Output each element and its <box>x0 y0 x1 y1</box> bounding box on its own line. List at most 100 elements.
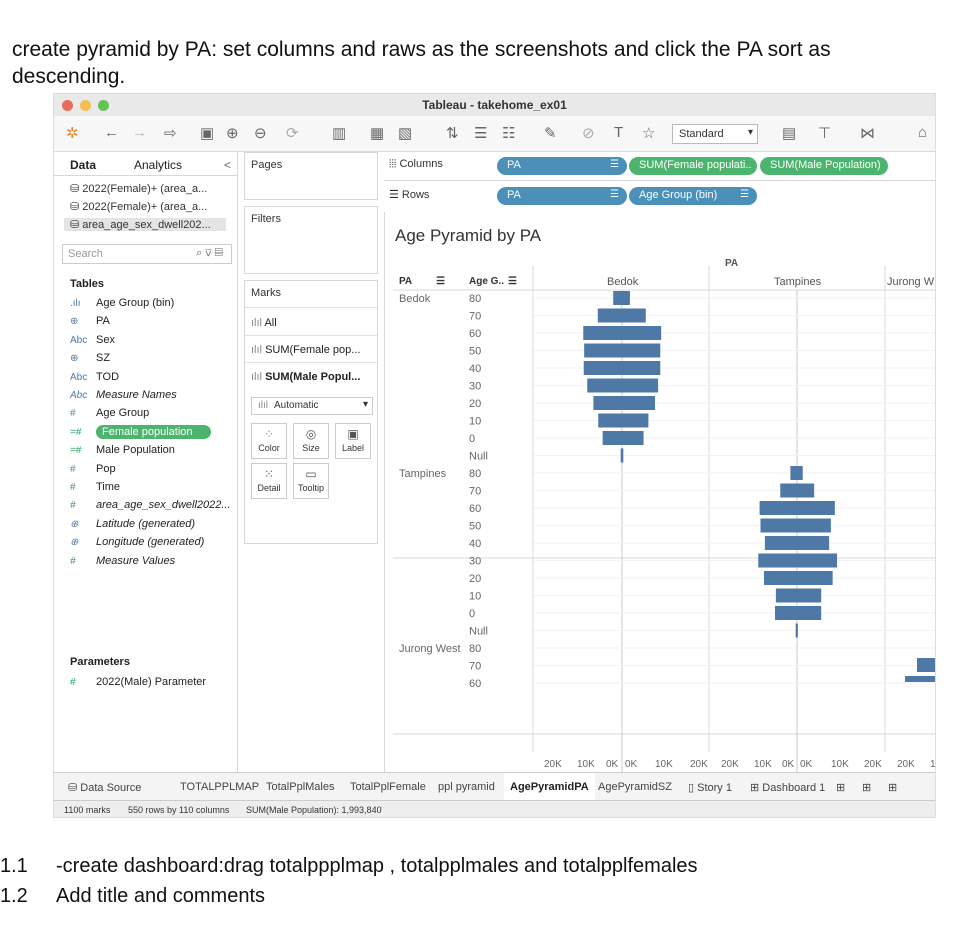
bar-female <box>613 291 622 305</box>
duplicate-sheet-icon[interactable]: ▦ <box>370 124 384 142</box>
redo-icon[interactable]: ⇨ <box>164 124 177 142</box>
field-item[interactable]: # Measure Values <box>70 555 175 572</box>
tableau-logo-icon[interactable]: ✲ <box>66 124 79 142</box>
rows-pill-pa[interactable]: PA ☰ <box>497 187 627 205</box>
sheet-tab[interactable]: AgePyramidSZ <box>592 773 678 801</box>
sort-descending-icon[interactable]: ☷ <box>502 124 515 142</box>
color-button[interactable]: ⁘ Color <box>251 423 287 459</box>
field-item[interactable]: Abc Measure Names <box>70 389 177 406</box>
pill-label: PA <box>507 189 521 201</box>
columns-pill-male[interactable]: SUM(Male Population) <box>760 157 888 175</box>
mark-type-select[interactable]: ılıl Automatic ▾ <box>251 397 373 415</box>
marks-title: Marks <box>251 287 281 299</box>
axis-tick-label: 0K <box>625 759 638 770</box>
marks-female[interactable]: ılıl SUM(Female pop... <box>251 344 360 356</box>
title-bar: Tableau - takehome_ex01 <box>54 94 935 116</box>
sheet-tab[interactable]: TOTALPPLMAP <box>174 773 265 801</box>
sheet-tab[interactable]: TotalPplFemale <box>344 773 432 801</box>
group-icon[interactable]: ⊘ <box>582 124 595 142</box>
columns-pill-pa[interactable]: PA ☰ <box>497 157 627 175</box>
field-type-icon: # <box>70 482 76 493</box>
sheet-tab[interactable]: TotalPplMales <box>260 773 340 801</box>
field-item[interactable]: =# Male Population <box>70 444 175 461</box>
detail-icon: ⁙ <box>263 467 275 481</box>
save-icon[interactable]: ▣ <box>200 124 214 142</box>
axis-tick-label: 10K <box>577 759 595 770</box>
new-sheet-icon[interactable]: ▥ <box>332 124 346 142</box>
sort-ascending-icon[interactable]: ☰ <box>474 124 487 142</box>
marks-male[interactable]: ılıl SUM(Male Popul... <box>251 371 360 383</box>
swap-icon[interactable]: ⇅ <box>446 124 459 142</box>
new-datasource-icon[interactable]: ⊕ <box>226 124 239 142</box>
row-label-age: 0 <box>469 608 475 620</box>
field-item[interactable]: #2022(Male) Parameter <box>70 676 206 693</box>
new-story-icon[interactable]: ⊞ <box>888 773 897 801</box>
axis-tick-label: 20K <box>544 759 562 770</box>
data-source-item[interactable]: ⛁ 2022(Female)+ (area_a... <box>70 200 207 213</box>
filters-card[interactable]: Filters <box>244 206 378 274</box>
field-item[interactable]: .ılı Age Group (bin) <box>70 297 174 314</box>
field-label: Pop <box>96 462 116 475</box>
sheet-tab-label: TotalPplFemale <box>350 781 426 793</box>
axis-tick-label: 20K <box>721 759 739 770</box>
pin-icon[interactable]: ☆ <box>642 124 655 142</box>
new-sheet-icon[interactable]: ⊞ <box>836 773 845 801</box>
collapse-pane-icon[interactable]: < <box>224 158 231 172</box>
refresh-icon[interactable]: ⟳ <box>286 124 299 142</box>
tooltip-label: Tooltip <box>297 483 324 493</box>
highlight-icon[interactable]: ✎ <box>544 124 557 142</box>
clear-sheet-icon[interactable]: ▧ <box>398 124 412 142</box>
pages-card[interactable]: Pages <box>244 152 378 200</box>
sheet-tab[interactable]: AgePyramidPA <box>504 773 595 801</box>
row-label-age: 20 <box>469 398 481 410</box>
sheet-tab[interactable]: ppl pyramid <box>432 773 501 801</box>
bar-male <box>797 571 833 585</box>
field-item[interactable]: ⊕ PA <box>70 315 110 332</box>
color-label: Color <box>258 443 280 453</box>
sheet-tab[interactable]: ⊞ Dashboard 1 <box>744 773 831 801</box>
field-search-input[interactable]: Search ⌕ ⊽ ▤ <box>62 244 232 264</box>
show-cards-icon[interactable]: ▤ <box>782 124 796 142</box>
datasource-icon[interactable]: ⊖ <box>254 124 267 142</box>
pill-label: SUM(Male Population) <box>770 159 881 171</box>
axis-tick-label: 20K <box>690 759 708 770</box>
field-item[interactable]: # Time <box>70 481 120 498</box>
number-icon: # <box>70 677 76 688</box>
data-source-item-selected[interactable]: ⛁ area_age_sex_dwell202... <box>64 218 226 231</box>
share-icon[interactable]: ⋈ <box>860 124 875 142</box>
columns-pill-female[interactable]: SUM(Female populati.. <box>629 157 757 175</box>
back-icon[interactable]: ← <box>104 124 119 141</box>
field-item[interactable]: ⊕ SZ <box>70 352 110 369</box>
field-type-icon: ⊕ <box>70 316 79 328</box>
field-item[interactable]: ⊕ Latitude (generated) <box>70 518 195 535</box>
tab-data[interactable]: Data <box>70 158 96 172</box>
new-dashboard-icon[interactable]: ⊞ <box>862 773 871 801</box>
sheet-tab[interactable]: ▯ Story 1 <box>682 773 738 801</box>
field-item[interactable]: ⊕ Longitude (generated) <box>70 536 204 553</box>
field-item[interactable]: =# Female population <box>70 424 211 443</box>
presentation-icon[interactable]: ⊤ <box>818 124 831 142</box>
forward-icon[interactable]: → <box>132 124 147 141</box>
field-label: TOD <box>96 370 120 383</box>
show-me-icon[interactable]: ⌂ <box>918 124 927 141</box>
field-item[interactable]: # Age Group <box>70 407 149 424</box>
data-source-item[interactable]: ⛁ 2022(Female)+ (area_a... <box>70 182 207 195</box>
field-item[interactable]: Abc Sex <box>70 334 115 351</box>
tooltip-button[interactable]: ▭ Tooltip <box>293 463 329 499</box>
fit-select[interactable]: Standard ▾ <box>672 124 758 144</box>
field-item[interactable]: # Pop <box>70 463 116 480</box>
detail-button[interactable]: ⁙ Detail <box>251 463 287 499</box>
sheet-tab-label: AgePyramidPA <box>510 781 589 793</box>
detail-label: Detail <box>257 483 281 493</box>
label-icon[interactable]: T <box>614 124 623 141</box>
label-button[interactable]: ▣ Label <box>335 423 371 459</box>
field-label: Age Group (bin) <box>96 297 175 309</box>
tab-analytics[interactable]: Analytics <box>134 158 182 172</box>
rows-pill-age-group[interactable]: Age Group (bin) ☰ <box>629 187 757 205</box>
size-button[interactable]: ◎ Size <box>293 423 329 459</box>
field-item[interactable]: Abc TOD <box>70 371 119 388</box>
marks-all[interactable]: ılıl All <box>251 317 277 329</box>
step-number: 1.1 <box>0 855 28 877</box>
sheet-tab[interactable]: ⛁ Data Source <box>62 773 147 801</box>
field-item[interactable]: # area_age_sex_dwell2022... <box>70 499 231 516</box>
